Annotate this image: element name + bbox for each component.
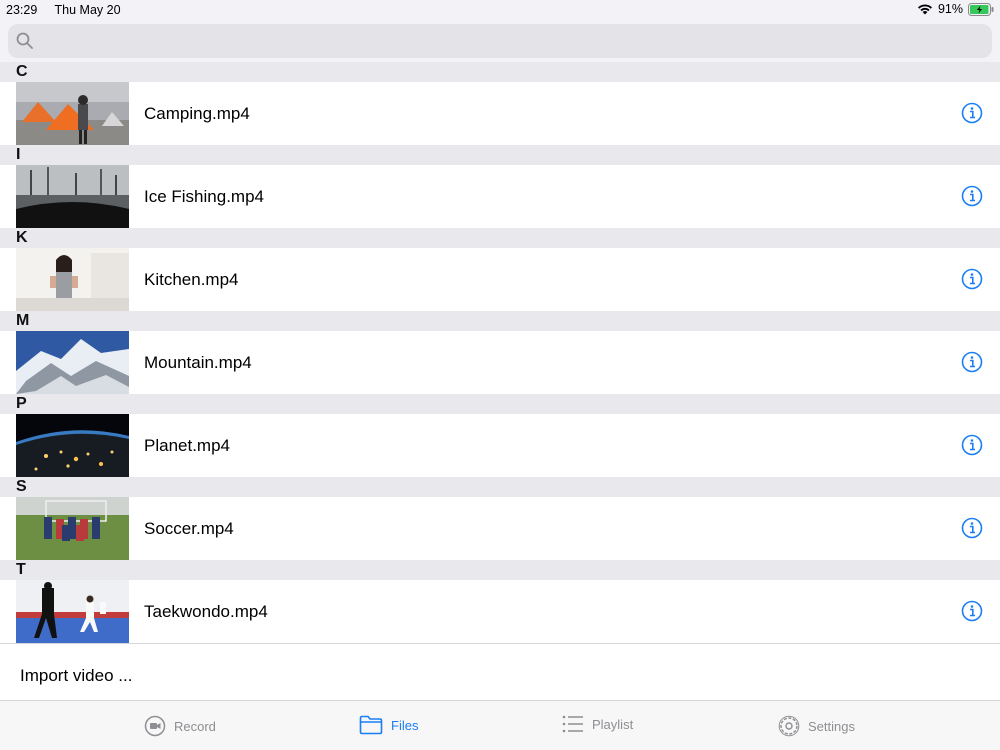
tab-label: Record	[174, 718, 216, 734]
tab-label: Settings	[808, 718, 855, 734]
record-icon	[144, 715, 166, 737]
info-icon[interactable]	[961, 102, 983, 124]
file-name: Kitchen.mp4	[144, 270, 239, 289]
status-date: Thu May 20	[54, 3, 121, 17]
search-area	[0, 20, 1000, 62]
file-name: Taekwondo.mp4	[144, 602, 268, 621]
section-header-k: K	[0, 228, 1000, 248]
tab-bar: Record Files Playlist Settings	[0, 700, 1000, 750]
file-row-soccer[interactable]: Soccer.mp4	[0, 497, 1000, 560]
file-name: Soccer.mp4	[144, 519, 234, 538]
search-bar[interactable]	[8, 24, 992, 58]
battery-icon	[968, 2, 994, 16]
file-row-kitchen[interactable]: Kitchen.mp4	[0, 248, 1000, 311]
file-row-mountain[interactable]: Mountain.mp4	[0, 331, 1000, 394]
list-icon	[562, 715, 583, 733]
section-header-t: T	[0, 560, 1000, 580]
video-thumbnail	[16, 414, 129, 477]
file-name: Camping.mp4	[144, 104, 250, 123]
video-thumbnail	[16, 165, 129, 228]
file-name: Mountain.mp4	[144, 353, 252, 372]
info-icon[interactable]	[961, 517, 983, 539]
file-row-planet[interactable]: Planet.mp4	[0, 414, 1000, 477]
file-row-camping[interactable]: Camping.mp4	[0, 82, 1000, 145]
tab-label: Playlist	[592, 716, 634, 732]
battery-percent: 91%	[937, 2, 963, 16]
file-name: Ice Fishing.mp4	[144, 187, 264, 206]
video-thumbnail	[16, 248, 129, 311]
video-thumbnail	[16, 580, 129, 643]
section-header-p: P	[0, 394, 1000, 414]
section-header-m: M	[0, 311, 1000, 331]
import-row[interactable]: Import video ...	[0, 643, 1000, 700]
tab-files[interactable]: Files	[359, 715, 418, 735]
info-icon[interactable]	[961, 351, 983, 373]
file-row-taekwondo[interactable]: Taekwondo.mp4	[0, 580, 1000, 643]
search-input[interactable]	[42, 24, 982, 58]
video-thumbnail	[16, 497, 129, 560]
import-video-button[interactable]: Import video ...	[20, 666, 132, 686]
info-icon[interactable]	[961, 600, 983, 622]
info-icon[interactable]	[961, 185, 983, 207]
tab-label: Files	[391, 717, 419, 733]
section-header-s: S	[0, 477, 1000, 497]
info-icon[interactable]	[961, 434, 983, 456]
file-row-ice-fishing[interactable]: Ice Fishing.mp4	[0, 165, 1000, 228]
status-time: 23:29	[6, 3, 38, 17]
wifi-icon	[917, 4, 932, 15]
gear-icon	[778, 715, 800, 737]
file-list: C Camping.mp4 I Ice Fishing.mp4 K Kitche…	[0, 62, 1000, 643]
info-icon[interactable]	[961, 268, 983, 290]
folder-icon	[359, 715, 383, 735]
video-thumbnail	[16, 82, 129, 145]
file-name: Planet.mp4	[144, 436, 230, 455]
video-thumbnail	[16, 331, 129, 394]
tab-playlist[interactable]: Playlist	[562, 715, 633, 733]
tab-record[interactable]: Record	[144, 715, 216, 737]
section-header-c: C	[0, 62, 1000, 82]
search-icon	[16, 32, 33, 49]
status-bar: 23:29 Thu May 20 91%	[0, 0, 1000, 20]
section-header-i: I	[0, 145, 1000, 165]
tab-settings[interactable]: Settings	[778, 715, 855, 737]
